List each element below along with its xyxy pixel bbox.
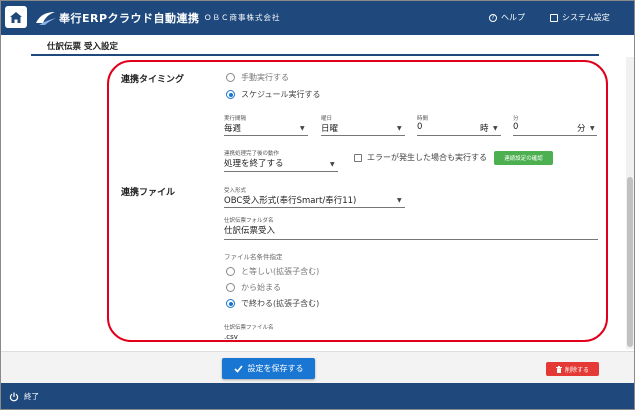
filename-label: 仕訳伝票ファイル名 (224, 325, 274, 331)
radio-name-ends[interactable]: で終わる(拡張子含む) (226, 298, 319, 309)
radio-name-starts-label: から始まる (241, 283, 281, 292)
radio-schedule[interactable]: スケジュール実行する (226, 89, 320, 100)
error-continue-checkbox[interactable]: エラーが発生した場合も実行する (354, 152, 487, 163)
hour-underline (417, 135, 501, 136)
chevron-down-icon: ▼ (397, 125, 402, 132)
filename-input[interactable]: 仕訳伝票ファイル名 .csv (224, 323, 424, 345)
radio-name-starts-circle[interactable] (226, 283, 235, 292)
error-continue-checkbox-box[interactable] (354, 153, 362, 162)
logo-text: 奉行ERPクラウド自動連携 (59, 12, 200, 25)
home-button[interactable] (5, 6, 27, 28)
weekday-select[interactable]: 曜日 日曜 ▼ (321, 114, 405, 136)
chevron-down-icon: ▼ (330, 161, 335, 168)
format-value: OBC受入形式(奉行Smart/奉行11) (224, 196, 357, 206)
action-bar: 設定を保存する 削除する (1, 351, 634, 383)
hour-unit: 時 (480, 124, 489, 134)
page-title: 仕訳伝票 受入設定 (47, 42, 118, 52)
system-settings-link[interactable]: システム設定 (550, 12, 610, 23)
help-link[interactable]: ? ヘルプ (489, 12, 525, 23)
check-settings-button[interactable]: 連続設定の確認 (494, 151, 553, 165)
scrollbar[interactable] (626, 57, 634, 349)
app-header: 奉行ERPクラウド自動連携 ＯＢＣ商事株式会社 ? ヘルプ システム設定 (1, 1, 634, 35)
chevron-down-icon: ▼ (590, 125, 595, 132)
chevron-down-icon: ▼ (493, 125, 498, 132)
folder-input[interactable]: 仕訳伝票フォルダ名 仕訳伝票受入 (224, 216, 598, 240)
weekday-value: 日曜 (321, 124, 339, 134)
company-name: ＯＢＣ商事株式会社 (204, 13, 281, 22)
save-button[interactable]: 設定を保存する (222, 358, 315, 379)
save-label: 設定を保存する (247, 364, 304, 373)
radio-schedule-label: スケジュール実行する (241, 90, 321, 99)
hour-select[interactable]: 時間 0 時 ▼ (417, 114, 501, 136)
after-action-label: 連携処理完了後の動作 (224, 151, 280, 157)
weekday-underline (321, 135, 405, 136)
format-select[interactable]: 受入形式 OBC受入形式(奉行Smart/奉行11) ▼ (224, 186, 405, 208)
name-condition-heading: ファイル名条件指定 (224, 253, 283, 261)
radio-name-equal-circle[interactable] (226, 267, 235, 276)
chevron-down-icon: ▼ (397, 197, 402, 204)
settings-icon (550, 13, 558, 22)
radio-name-equal[interactable]: と等しい(拡張子含む) (226, 266, 319, 277)
minute-value: 0 (513, 122, 519, 132)
logo-mark-icon (36, 12, 56, 25)
interval-select[interactable]: 実行間隔 毎週 ▼ (224, 114, 308, 136)
app-logo: 奉行ERPクラウド自動連携 (35, 8, 200, 28)
trash-icon (555, 365, 562, 373)
minute-underline (513, 135, 597, 136)
radio-manual-circle[interactable] (226, 73, 235, 82)
after-action-underline (224, 171, 338, 172)
minute-unit: 分 (577, 124, 586, 134)
app-footer: 終了 (1, 383, 634, 409)
delete-button[interactable]: 削除する (546, 362, 599, 376)
power-icon (9, 392, 19, 401)
app-window: 奉行ERPクラウド自動連携 ＯＢＣ商事株式会社 ? ヘルプ システム設定 仕訳伝… (0, 0, 635, 410)
after-action-value: 処理を終了する (224, 159, 284, 169)
radio-manual-label: 手動実行する (241, 73, 289, 82)
home-icon (10, 11, 22, 23)
radio-name-ends-circle[interactable] (226, 299, 235, 308)
radio-name-equal-label: と等しい(拡張子含む) (241, 267, 320, 276)
help-label: ヘルプ (501, 13, 525, 22)
sync-file-label: 連携ファイル (121, 188, 176, 198)
radio-schedule-circle[interactable] (226, 90, 235, 99)
system-settings-label: システム設定 (562, 13, 610, 22)
scrollbar-thumb[interactable] (627, 177, 633, 347)
title-underline (31, 54, 599, 56)
folder-label: 仕訳伝票フォルダ名 (224, 218, 274, 224)
exit-button[interactable]: 終了 (9, 391, 39, 402)
hour-value: 0 (417, 122, 423, 132)
minute-label: 分 (513, 116, 519, 122)
error-continue-label: エラーが発生した場合も実行する (367, 153, 487, 162)
filename-value: .csv (224, 333, 238, 341)
chevron-down-icon: ▼ (300, 125, 305, 132)
radio-name-starts[interactable]: から始まる (226, 282, 281, 293)
help-icon: ? (489, 13, 497, 22)
radio-name-ends-label: で終わる(拡張子含む) (241, 299, 320, 308)
exit-label: 終了 (24, 392, 39, 401)
interval-label: 実行間隔 (224, 116, 247, 122)
folder-underline (224, 239, 598, 240)
interval-value: 毎週 (224, 124, 242, 134)
hour-label: 時間 (417, 116, 429, 122)
delete-label: 削除する (564, 366, 589, 374)
interval-underline (224, 135, 308, 136)
after-action-select[interactable]: 連携処理完了後の動作 処理を終了する ▼ (224, 149, 338, 172)
weekday-label: 曜日 (321, 116, 333, 122)
format-label: 受入形式 (224, 188, 247, 194)
radio-manual[interactable]: 手動実行する (226, 72, 289, 83)
sync-timing-label: 連携タイミング (121, 75, 185, 85)
minute-select[interactable]: 分 0 分 ▼ (513, 114, 597, 136)
folder-value: 仕訳伝票受入 (224, 226, 276, 236)
format-underline (224, 207, 405, 208)
check-icon (233, 364, 243, 373)
